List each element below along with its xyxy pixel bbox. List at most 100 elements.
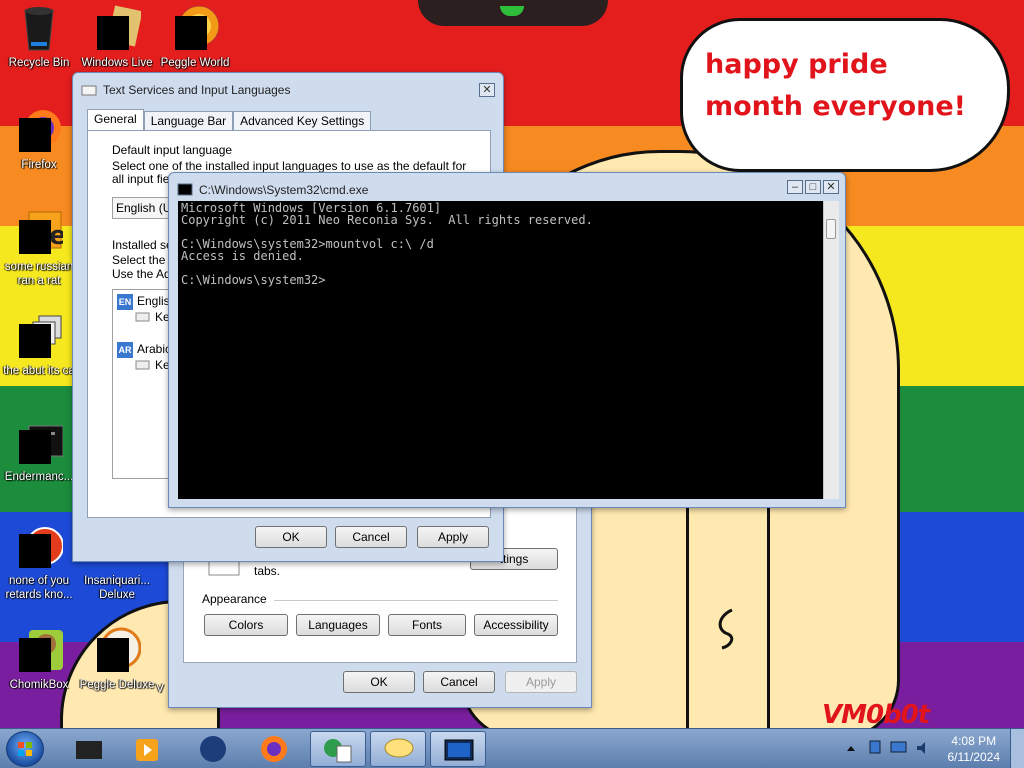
- keyboard-icon: [135, 312, 150, 322]
- tab-language-bar[interactable]: Language Bar: [143, 111, 234, 131]
- peggle-icon: [171, 4, 220, 52]
- taskbar-globe-button[interactable]: [186, 731, 242, 767]
- media-player-icon: [136, 739, 158, 761]
- desktop-icon-recycle-bin[interactable]: Recycle Bin: [0, 4, 78, 70]
- desktop-icon-label: Peggle World: [160, 57, 230, 69]
- desktop-icon-label: Endermanc...: [4, 471, 74, 483]
- app-icon: [76, 741, 102, 759]
- vertical-scrollbar[interactable]: [823, 201, 839, 499]
- close-icon[interactable]: ✕: [823, 180, 839, 194]
- desktop-icon-some-russian[interactable]: e some russian ran a rat: [0, 208, 78, 288]
- network-icon[interactable]: [868, 739, 884, 757]
- console-icon: [15, 418, 64, 466]
- group-divider: [274, 600, 558, 601]
- console-line: Access is denied.: [181, 249, 304, 263]
- window-title-bar: C:\Windows\System32\cmd.exe: [177, 179, 368, 201]
- desktop-icon-endermanc[interactable]: Endermanc...: [0, 418, 78, 484]
- taskbar-control-panel-button[interactable]: [310, 731, 366, 767]
- tabs-text: tabs.: [254, 564, 281, 578]
- stack-icon: [15, 312, 63, 360]
- tab-general[interactable]: General: [87, 109, 144, 131]
- taskbar: 4:08 PM 6/11/2024: [0, 728, 1024, 768]
- apply-button[interactable]: Apply: [417, 526, 489, 548]
- taskbar-firefox-button[interactable]: [246, 731, 302, 767]
- window-title: C:\Windows\System32\cmd.exe: [199, 183, 369, 197]
- firefox-icon: [261, 736, 287, 762]
- system-tray: 4:08 PM 6/11/2024: [840, 729, 1024, 768]
- tab-strip: General Language Bar Advanced Key Settin…: [87, 109, 372, 131]
- clock[interactable]: 4:08 PM 6/11/2024: [948, 733, 1001, 765]
- scrollbar-thumb[interactable]: [826, 219, 836, 239]
- clock-time: 4:08 PM: [951, 734, 997, 748]
- taskbar-chat-button[interactable]: [370, 731, 426, 767]
- svg-text:e: e: [49, 221, 63, 251]
- cmd-icon: [444, 739, 474, 761]
- desktop-icon-label: the abut its ca: [3, 365, 75, 377]
- keyboard-icon: [81, 85, 97, 96]
- start-orb-icon[interactable]: [6, 731, 44, 767]
- monitor-icon[interactable]: [890, 739, 908, 757]
- folder-icon: [93, 4, 143, 52]
- cmd-icon: [177, 183, 193, 196]
- window-title: Text Services and Input Languages: [103, 83, 291, 97]
- taskbar-app-button[interactable]: [62, 731, 118, 767]
- tab-advanced-key-settings[interactable]: Advanced Key Settings: [233, 111, 372, 131]
- desktop-icon-label: some russian ran a rat: [4, 261, 74, 287]
- control-panel-icon: [324, 739, 352, 763]
- maximize-icon[interactable]: □: [805, 180, 821, 194]
- desktop-icon-label: Insaniquari... Deluxe: [84, 575, 150, 601]
- languages-button[interactable]: Languages: [296, 614, 380, 636]
- installed-services-description: Select the s: [112, 253, 175, 267]
- appearance-group-label: Appearance: [202, 592, 267, 606]
- volume-icon[interactable]: [914, 739, 932, 757]
- cmd-window[interactable]: C:\Windows\System32\cmd.exe – □ ✕ Micros…: [168, 172, 846, 508]
- default-language-group-label: Default input language: [112, 143, 233, 157]
- close-icon[interactable]: ✕: [479, 83, 495, 97]
- console-output[interactable]: Microsoft Windows [Version 6.1.7601] Cop…: [178, 201, 823, 499]
- ok-button[interactable]: OK: [255, 526, 327, 548]
- tree-item-arabic[interactable]: Arabic: [137, 342, 171, 356]
- window-title-bar: Text Services and Input Languages: [81, 79, 290, 101]
- language-badge: AR: [117, 342, 133, 358]
- fonts-button[interactable]: Fonts: [388, 614, 466, 636]
- desktop-icon-windows-live[interactable]: Windows Live: [78, 4, 156, 70]
- peggle-icon: [93, 626, 142, 674]
- desktop-icon-label: Firefox: [21, 159, 57, 171]
- desktop-icon-label: Windows Live: [81, 57, 153, 69]
- app-icon: e: [15, 208, 67, 256]
- minimize-icon[interactable]: –: [787, 180, 803, 194]
- watermark: VM0b0t: [822, 700, 930, 728]
- cancel-button[interactable]: Cancel: [335, 526, 407, 548]
- chomikbox-icon: [15, 626, 63, 674]
- speech-bubble-text: happy pride month everyone!: [705, 49, 966, 122]
- wallpaper-squiggle: [718, 608, 734, 650]
- ok-button[interactable]: OK: [343, 671, 415, 693]
- desktop-icon-label: none of you retards kno...: [5, 575, 73, 601]
- desktop-icon-label: Recycle Bin: [8, 57, 70, 69]
- show-desktop-button[interactable]: [1010, 729, 1024, 768]
- keyboard-icon: [135, 360, 150, 370]
- taskbar-media-player-button[interactable]: [120, 731, 176, 767]
- globe-icon: [200, 736, 226, 762]
- taskbar-cmd-button[interactable]: [430, 731, 486, 767]
- desktop-icon-label: ChomikBox: [9, 679, 69, 691]
- accessibility-button[interactable]: Accessibility: [474, 614, 558, 636]
- language-badge: EN: [117, 294, 133, 310]
- console-line: Copyright (c) 2011 Neo Reconia Sys. All …: [181, 213, 593, 227]
- chat-icon: [384, 738, 414, 758]
- apply-button[interactable]: Apply: [505, 671, 577, 693]
- colors-button[interactable]: Colors: [204, 614, 288, 636]
- recycle-bin-icon: [15, 4, 63, 52]
- cancel-button[interactable]: Cancel: [423, 671, 495, 693]
- desktop-icon-peggle-world[interactable]: Peggle World: [156, 4, 234, 70]
- firefox-icon: [15, 106, 63, 154]
- desktop-icon-firefox[interactable]: Firefox: [0, 106, 78, 172]
- desktop-icon-none-of-you[interactable]: none of you retards kno...: [0, 522, 78, 602]
- clock-date: 6/11/2024: [947, 750, 1001, 764]
- app-icon: [15, 522, 64, 570]
- installed-services-group-label: Installed ser: [112, 238, 177, 252]
- desktop-icon-the-abut[interactable]: the abut its ca: [0, 312, 78, 378]
- console-prompt: C:\Windows\system32>: [181, 273, 326, 287]
- chevron-up-icon[interactable]: [846, 743, 856, 753]
- desktop-icon-chomikbox[interactable]: ChomikBox: [0, 626, 78, 692]
